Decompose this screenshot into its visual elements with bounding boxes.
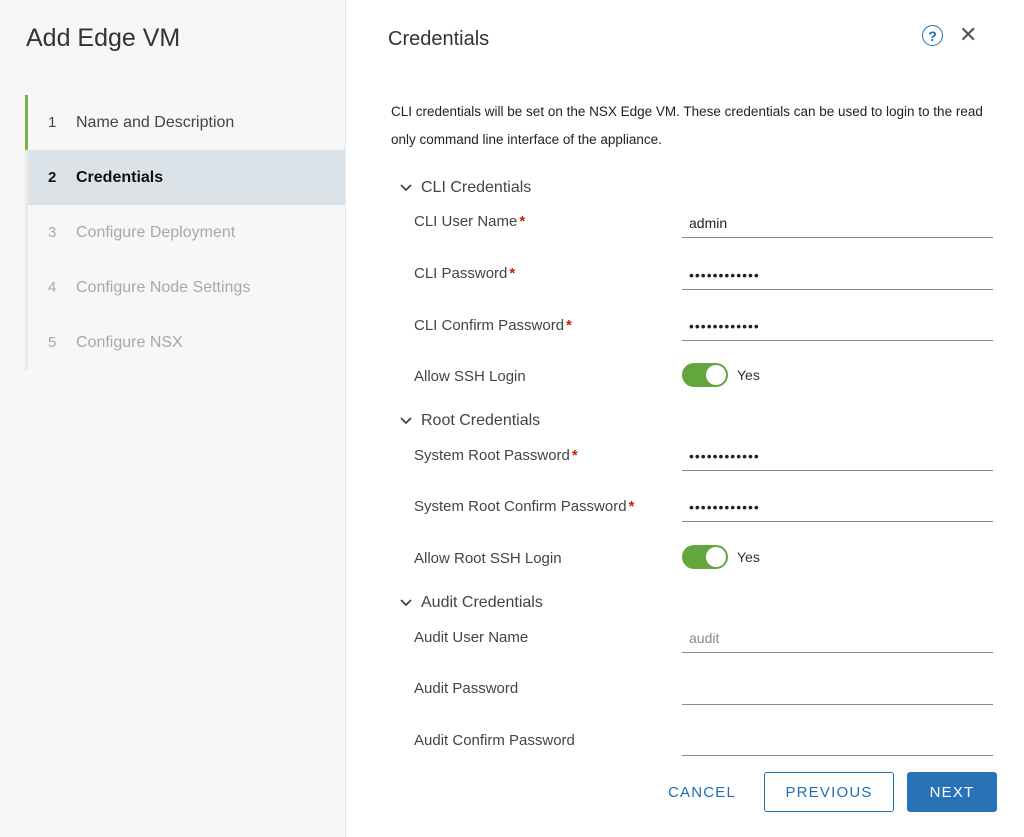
cli-confirm-password-label: CLI Confirm Password * xyxy=(414,317,572,334)
allow-root-ssh-login-toggle[interactable] xyxy=(682,545,728,569)
allow-ssh-login-value: Yes xyxy=(737,367,760,383)
allow-ssh-login-toggle[interactable] xyxy=(682,363,728,387)
step-number: 5 xyxy=(48,334,57,351)
step-label: Configure Deployment xyxy=(76,223,236,241)
step-name-and-description[interactable]: 1 Name and Description xyxy=(25,95,345,150)
step-number: 4 xyxy=(48,279,57,296)
section-heading: CLI Credentials xyxy=(421,179,532,196)
step-label: Name and Description xyxy=(76,113,235,131)
allow-ssh-login-label: Allow SSH Login xyxy=(414,368,526,385)
wizard-title: Add Edge VM xyxy=(26,24,181,52)
allow-root-ssh-login-value: Yes xyxy=(737,549,760,565)
cli-password-label: CLI Password * xyxy=(414,265,516,282)
section-audit-credentials[interactable]: Audit Credentials xyxy=(399,594,543,612)
wizard-sidebar: Add Edge VM 1 Name and Description 2 Cre… xyxy=(0,0,346,837)
step-configure-deployment: 3 Configure Deployment xyxy=(28,205,345,260)
section-root-credentials[interactable]: Root Credentials xyxy=(399,412,540,430)
toggle-knob xyxy=(706,547,726,567)
close-icon[interactable]: ✕ xyxy=(959,22,977,48)
step-configure-nsx: 5 Configure NSX xyxy=(28,315,345,370)
next-button[interactable]: NEXT xyxy=(907,772,997,812)
cancel-button[interactable]: CANCEL xyxy=(652,772,752,812)
step-label: Credentials xyxy=(76,168,164,186)
toggle-knob xyxy=(706,365,726,385)
audit-user-name-input[interactable] xyxy=(682,623,993,653)
chevron-down-icon xyxy=(400,599,412,607)
step-number: 3 xyxy=(48,224,57,241)
wizard-main: Credentials ? ✕ CLI credentials will be … xyxy=(347,0,1024,837)
system-root-password-input[interactable] xyxy=(682,441,993,471)
cli-password-input[interactable] xyxy=(682,260,993,290)
audit-password-input[interactable] xyxy=(682,675,993,705)
page-title: Credentials xyxy=(388,28,490,50)
section-heading: Audit Credentials xyxy=(421,594,543,611)
step-number: 1 xyxy=(48,114,57,131)
help-icon[interactable]: ? xyxy=(922,25,943,46)
audit-confirm-password-label: Audit Confirm Password xyxy=(414,732,575,749)
intro-text: CLI credentials will be set on the NSX E… xyxy=(391,104,983,147)
chevron-down-icon xyxy=(400,184,412,192)
system-root-password-label: System Root Password * xyxy=(414,447,578,464)
allow-root-ssh-login-label: Allow Root SSH Login xyxy=(414,550,562,567)
step-label: Configure NSX xyxy=(76,333,183,351)
chevron-down-icon xyxy=(400,417,412,425)
system-root-confirm-password-label: System Root Confirm Password * xyxy=(414,498,635,515)
step-configure-node-settings: 4 Configure Node Settings xyxy=(28,260,345,315)
cli-user-name-label: CLI User Name * xyxy=(414,213,526,230)
audit-user-name-label: Audit User Name xyxy=(414,629,529,646)
previous-button[interactable]: PREVIOUS xyxy=(764,772,894,812)
audit-password-label: Audit Password xyxy=(414,680,519,697)
audit-confirm-password-input[interactable] xyxy=(682,726,993,756)
section-cli-credentials[interactable]: CLI Credentials xyxy=(399,179,531,197)
step-label: Configure Node Settings xyxy=(76,278,251,296)
cli-confirm-password-input[interactable] xyxy=(682,311,993,341)
wizard-steps: 1 Name and Description 2 Credentials 3 C… xyxy=(25,95,345,370)
step-number: 2 xyxy=(48,169,57,186)
section-heading: Root Credentials xyxy=(421,412,541,429)
cli-user-name-input[interactable] xyxy=(682,208,993,238)
system-root-confirm-password-input[interactable] xyxy=(682,492,993,522)
step-credentials[interactable]: 2 Credentials xyxy=(28,150,345,205)
